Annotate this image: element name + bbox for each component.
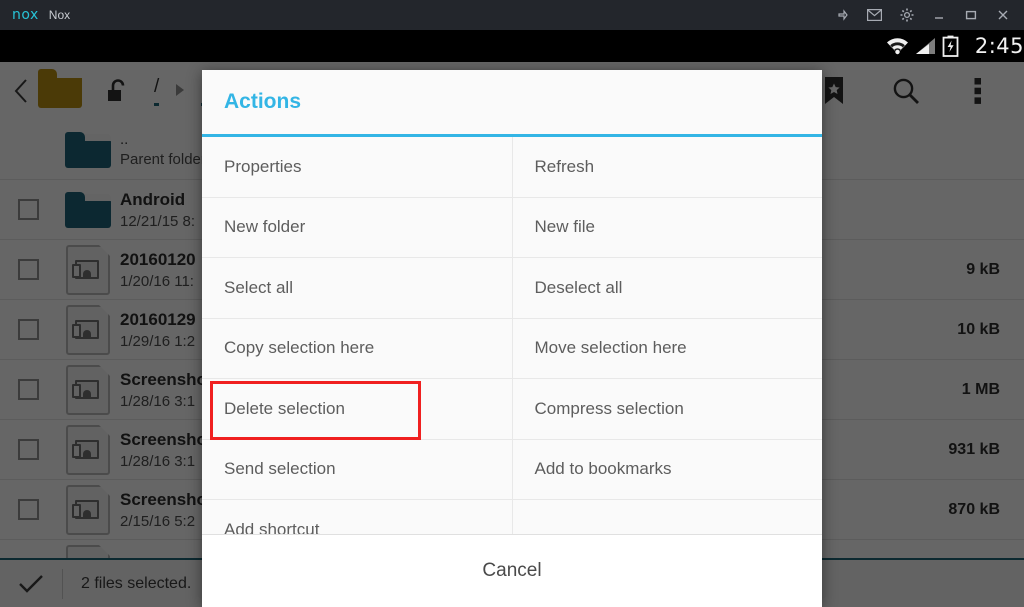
- file-checkbox[interactable]: [17, 259, 39, 280]
- clock: 2:45: [974, 34, 1024, 58]
- minimize-icon[interactable]: [931, 8, 946, 23]
- dialog-header: Actions: [202, 70, 822, 134]
- mail-icon[interactable]: [867, 8, 882, 23]
- action-row: Select all Deselect all: [202, 258, 822, 319]
- checkmark-icon[interactable]: [0, 572, 62, 596]
- folder-icon: [56, 191, 120, 228]
- image-file-icon: [56, 304, 120, 355]
- image-file-icon: [56, 424, 120, 475]
- breadcrumb-root[interactable]: /: [154, 76, 160, 106]
- action-item[interactable]: Deselect all: [513, 258, 823, 318]
- overflow-menu-icon[interactable]: [962, 75, 994, 107]
- back-icon[interactable]: [6, 78, 36, 104]
- file-size: 931 kB: [948, 440, 1000, 458]
- action-item[interactable]: New folder: [202, 197, 513, 257]
- window-controls: [835, 8, 1010, 23]
- emulator-title-bar: nox Nox: [0, 0, 1024, 30]
- signal-icon: [915, 38, 935, 54]
- image-file-icon: [56, 244, 120, 295]
- row-checkbox-cell: [0, 439, 56, 460]
- pin-icon[interactable]: [835, 8, 850, 23]
- row-checkbox-cell: [0, 319, 56, 340]
- chevron-right-icon: [173, 82, 187, 106]
- maximize-icon[interactable]: [963, 8, 978, 23]
- action-row: Add shortcut: [202, 500, 822, 534]
- action-bar-actions: [818, 75, 994, 107]
- emulator-window: nox Nox 2:45 / .. Parent folder Android …: [0, 0, 1024, 607]
- cancel-button[interactable]: Cancel: [482, 560, 541, 582]
- image-file-icon: [56, 364, 120, 415]
- action-row: Properties Refresh: [202, 137, 822, 198]
- close-icon[interactable]: [995, 8, 1010, 23]
- action-item[interactable]: Add to bookmarks: [513, 440, 823, 500]
- selection-count-label: 2 files selected.: [81, 574, 192, 592]
- file-checkbox[interactable]: [17, 199, 39, 220]
- dialog-action-grid[interactable]: Properties Refresh New folder New file Selec…: [202, 137, 822, 534]
- row-checkbox-cell: [0, 199, 56, 220]
- action-item[interactable]: Refresh: [513, 137, 823, 197]
- dialog-footer: Cancel: [202, 534, 822, 607]
- android-status-bar: 2:45: [0, 30, 1024, 62]
- gear-icon[interactable]: [899, 8, 914, 23]
- action-item[interactable]: Move selection here: [513, 319, 823, 379]
- action-item[interactable]: Properties: [202, 137, 513, 197]
- row-checkbox-cell: [0, 379, 56, 400]
- action-item[interactable]: Delete selection: [202, 379, 513, 439]
- folder-icon: [56, 131, 120, 168]
- image-file-icon: [56, 484, 120, 535]
- actions-dialog: Actions Properties Refresh New folder New f…: [202, 70, 822, 607]
- action-row: New folder New file: [202, 197, 823, 258]
- bookmark-icon[interactable]: [818, 75, 850, 107]
- unlock-icon[interactable]: [104, 77, 132, 105]
- action-item[interactable]: Copy selection here: [202, 318, 513, 378]
- action-row: Copy selection here Move selection here: [202, 318, 823, 379]
- file-size: 1 MB: [961, 380, 1000, 398]
- battery-charging-icon: [942, 35, 959, 57]
- file-size: 10 kB: [957, 320, 1000, 338]
- file-checkbox[interactable]: [17, 379, 39, 400]
- file-checkbox[interactable]: [17, 499, 39, 520]
- action-item[interactable]: Send selection: [202, 439, 513, 499]
- row-checkbox-cell: [0, 259, 56, 280]
- row-checkbox-cell: [0, 499, 56, 520]
- action-item[interactable]: New file: [513, 198, 823, 258]
- status-icon-group: [885, 35, 959, 57]
- action-item[interactable]: Compress selection: [513, 379, 823, 439]
- action-row: Delete selection Compress selection: [202, 379, 822, 440]
- file-size: 9 kB: [966, 260, 1000, 278]
- dialog-title: Actions: [224, 90, 302, 113]
- file-checkbox[interactable]: [17, 439, 39, 460]
- wifi-icon: [886, 38, 908, 55]
- action-item-empty: [513, 500, 823, 534]
- window-title: Nox: [48, 8, 71, 22]
- search-icon[interactable]: [890, 75, 922, 107]
- action-row: Send selection Add to bookmarks: [202, 439, 823, 500]
- folder-icon[interactable]: [38, 69, 82, 113]
- file-checkbox[interactable]: [17, 319, 39, 340]
- action-item[interactable]: Select all: [202, 258, 513, 318]
- file-size: 870 kB: [948, 500, 1000, 518]
- action-item[interactable]: Add shortcut: [202, 500, 513, 534]
- divider: [62, 568, 63, 599]
- nox-logo: nox: [12, 7, 39, 23]
